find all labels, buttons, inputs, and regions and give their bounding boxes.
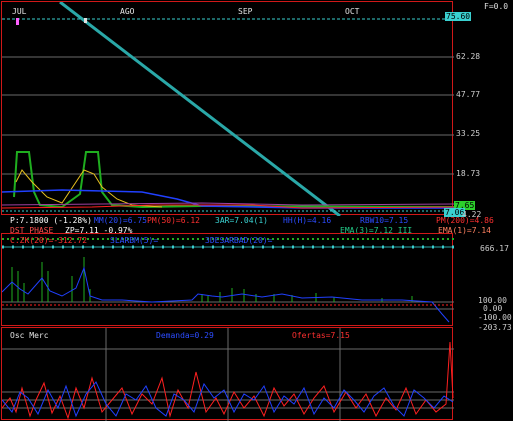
cci-bars bbox=[11, 257, 413, 302]
f-value-label: F=0.0 bbox=[484, 2, 509, 11]
osc-demanda-label: Demanda=0.29 bbox=[156, 331, 214, 340]
indicator-slarbm: SLARBM(5)= bbox=[110, 236, 159, 245]
cci-panel[interactable] bbox=[1, 233, 454, 326]
indicator-pm200: PM(200)=4.86 bbox=[436, 216, 494, 225]
month-label-jul: JUL bbox=[12, 7, 27, 16]
green-series bbox=[13, 151, 454, 209]
price-scale-2: 47.77 bbox=[456, 90, 481, 99]
osc-canvas bbox=[2, 328, 454, 421]
indicator-mm20: MM(20)=6.75 bbox=[94, 216, 147, 225]
price-chart-panel[interactable]: JUL AGO SEP OCT bbox=[1, 1, 454, 216]
marker-pink bbox=[16, 18, 19, 25]
price-tag-top: 75.60 bbox=[445, 12, 472, 21]
indicator-czk: C.ZK(20)=-312.72 bbox=[10, 236, 88, 245]
month-label-ago: AGO bbox=[120, 7, 135, 16]
price-chart-canvas bbox=[2, 2, 454, 216]
cci-blue-series bbox=[2, 266, 450, 323]
price-scale-1: 62.28 bbox=[456, 52, 481, 61]
cci-scale-neg100: -100.00 bbox=[478, 313, 512, 322]
indicator-3ar: 3AR=7.04(1) bbox=[215, 216, 268, 225]
cci-scale-top: 666.17 bbox=[480, 244, 509, 253]
indicator-pm50: PM(50)=6.12 bbox=[147, 216, 200, 225]
month-label-oct: OCT bbox=[345, 7, 360, 16]
month-label-sep: SEP bbox=[238, 7, 253, 16]
indicator-3desarbad: 3DESARBAD(20)= bbox=[205, 236, 273, 245]
indicator-rbw10: RBW10=7.15 bbox=[360, 216, 409, 225]
oscillator-panel[interactable]: Osc Merc Demanda=0.29 Ofertas=7.15 bbox=[1, 327, 454, 421]
price-scale-3: 33.25 bbox=[456, 129, 481, 138]
marker-white bbox=[84, 18, 87, 23]
price-scale-4: 18.73 bbox=[456, 169, 481, 178]
indicator-hh: HH(H)=4.16 bbox=[283, 216, 332, 225]
cci-scale-bottom: -203.73 bbox=[478, 323, 512, 332]
cci-scale-0: 0.00 bbox=[483, 304, 503, 313]
osc-title: Osc Merc bbox=[10, 331, 49, 340]
indicator-price: P:7.1800 (-1.28%) bbox=[10, 216, 92, 225]
cci-canvas bbox=[2, 238, 454, 323]
osc-ofertas-label: Ofertas=7.15 bbox=[292, 331, 350, 340]
